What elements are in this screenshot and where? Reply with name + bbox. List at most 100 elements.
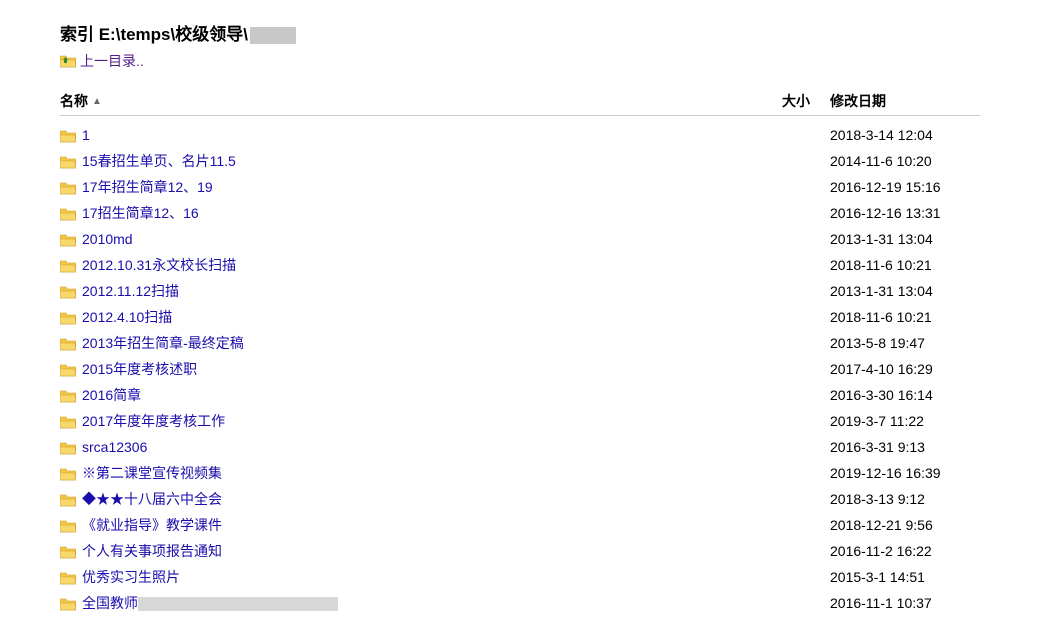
cell-date: 2018-3-13 9:12	[810, 489, 980, 509]
cell-date: 2016-3-31 9:13	[810, 437, 980, 457]
title-text: 索引 E:\temps\校级领导\	[60, 25, 248, 44]
file-listing: 名称 ▲ 大小 修改日期 1 2018-3-14 12:04 15春招生单页、名片…	[60, 91, 980, 616]
table-row: 2013年招生简章-最终定稿 2013-5-8 19:47	[60, 330, 980, 356]
folder-link[interactable]: ※第二课堂宣传视频集	[82, 463, 222, 483]
folder-icon	[60, 492, 76, 506]
folder-link[interactable]: 2015年度考核述职	[82, 359, 197, 379]
table-row: 个人有关事项报告通知 2016-11-2 16:22	[60, 538, 980, 564]
cell-date: 2018-3-14 12:04	[810, 125, 980, 145]
table-body: 1 2018-3-14 12:04 15春招生单页、名片11.5 2014-11-6…	[60, 122, 980, 616]
column-header-name[interactable]: 名称 ▲	[60, 91, 730, 111]
title-redacted	[250, 27, 296, 44]
folder-icon	[60, 154, 76, 168]
cell-date: 2013-1-31 13:04	[810, 229, 980, 249]
table-row: 全国教师2016-11-1 10:37	[60, 590, 980, 616]
folder-icon	[60, 518, 76, 532]
table-row: srca12306 2016-3-31 9:13	[60, 434, 980, 460]
cell-name: 15春招生单页、名片11.5	[60, 151, 730, 171]
folder-icon	[60, 570, 76, 584]
cell-date: 2016-3-30 16:14	[810, 385, 980, 405]
page-header: 索引 E:\temps\校级领导\ 上一目录..	[60, 20, 980, 71]
name-redacted	[138, 597, 338, 611]
cell-date: 2019-3-7 11:22	[810, 411, 980, 431]
folder-icon	[60, 596, 76, 610]
folder-icon	[60, 544, 76, 558]
folder-link[interactable]: 2012.4.10扫描	[82, 307, 172, 327]
cell-name: 17年招生简章12、19	[60, 177, 730, 197]
cell-name: 2015年度考核述职	[60, 359, 730, 379]
up-directory-link[interactable]: 上一目录..	[80, 51, 144, 71]
folder-icon	[60, 206, 76, 220]
table-row: 17招生简章12、16 2016-12-16 13:31	[60, 200, 980, 226]
table-row: 15春招生单页、名片11.5 2014-11-6 10:20	[60, 148, 980, 174]
folder-icon	[60, 440, 76, 454]
folder-icon	[60, 232, 76, 246]
cell-date: 2014-11-6 10:20	[810, 151, 980, 171]
folder-link[interactable]: 个人有关事项报告通知	[82, 541, 222, 561]
folder-icon	[60, 180, 76, 194]
folder-link[interactable]: 2013年招生简章-最终定稿	[82, 333, 244, 353]
table-row: ※第二课堂宣传视频集 2019-12-16 16:39	[60, 460, 980, 486]
folder-icon	[60, 284, 76, 298]
sort-ascending-icon: ▲	[92, 96, 102, 107]
cell-name: 17招生简章12、16	[60, 203, 730, 223]
folder-link[interactable]: 2016简章	[82, 385, 141, 405]
table-row: 17年招生简章12、19 2016-12-19 15:16	[60, 174, 980, 200]
cell-date: 2013-1-31 13:04	[810, 281, 980, 301]
cell-date: 2019-12-16 16:39	[810, 463, 980, 483]
folder-link[interactable]: 2017年度年度考核工作	[82, 411, 225, 431]
cell-name: 2010md	[60, 229, 730, 249]
folder-link[interactable]: 2010md	[82, 229, 133, 249]
cell-name: 《就业指导》教学课件	[60, 515, 730, 535]
page-title: 索引 E:\temps\校级领导\	[60, 20, 980, 45]
folder-link[interactable]: 17招生简章12、16	[82, 203, 199, 223]
cell-name: 2012.11.12扫描	[60, 281, 730, 301]
folder-link[interactable]: 全国教师	[82, 593, 338, 613]
table-row: 《就业指导》教学课件2018-12-21 9:56	[60, 512, 980, 538]
table-row: 2010md 2013-1-31 13:04	[60, 226, 980, 252]
cell-name: 2016简章	[60, 385, 730, 405]
table-row: 2015年度考核述职 2017-4-10 16:29	[60, 356, 980, 382]
folder-icon	[60, 310, 76, 324]
cell-date: 2018-11-6 10:21	[810, 307, 980, 327]
cell-date: 2016-12-19 15:16	[810, 177, 980, 197]
table-row: ◆★★十八届六中全会 2018-3-13 9:12	[60, 486, 980, 512]
column-header-size[interactable]: 大小	[730, 91, 810, 111]
cell-date: 2018-11-6 10:21	[810, 255, 980, 275]
folder-link[interactable]: 15春招生单页、名片11.5	[82, 151, 236, 171]
table-row: 2016简章 2016-3-30 16:14	[60, 382, 980, 408]
folder-link[interactable]: 17年招生简章12、19	[82, 177, 213, 197]
cell-name: 个人有关事项报告通知	[60, 541, 730, 561]
cell-date: 2017-4-10 16:29	[810, 359, 980, 379]
cell-date: 2016-12-16 13:31	[810, 203, 980, 223]
table-header-row: 名称 ▲ 大小 修改日期	[60, 91, 980, 116]
cell-date: 2015-3-1 14:51	[810, 567, 980, 587]
table-row: 优秀实习生照片 2015-3-1 14:51	[60, 564, 980, 590]
cell-name: ※第二课堂宣传视频集	[60, 463, 730, 483]
cell-date: 2013-5-8 19:47	[810, 333, 980, 353]
folder-link[interactable]: srca12306	[82, 437, 147, 457]
cell-name: 2012.4.10扫描	[60, 307, 730, 327]
column-header-date[interactable]: 修改日期	[810, 91, 980, 111]
cell-name: 全国教师	[60, 593, 730, 613]
folder-link[interactable]: 2012.11.12扫描	[82, 281, 179, 301]
table-row: 1 2018-3-14 12:04	[60, 122, 980, 148]
cell-name: 2013年招生简章-最终定稿	[60, 333, 730, 353]
folder-icon	[60, 128, 76, 142]
folder-link[interactable]: 1	[82, 125, 90, 145]
folder-icon	[60, 258, 76, 272]
folder-link[interactable]: 《就业指导》教学课件	[82, 515, 222, 535]
up-directory-row[interactable]: 上一目录..	[60, 51, 980, 71]
column-name-label: 名称	[60, 91, 88, 111]
folder-link[interactable]: 优秀实习生照片	[82, 567, 180, 587]
cell-date: 2016-11-2 16:22	[810, 541, 980, 561]
cell-name: 1	[60, 125, 730, 145]
folder-icon	[60, 388, 76, 402]
table-row: 2012.11.12扫描 2013-1-31 13:04	[60, 278, 980, 304]
table-row: 2012.10.31永文校长扫描 2018-11-6 10:21	[60, 252, 980, 278]
folder-link[interactable]: ◆★★十八届六中全会	[82, 489, 222, 509]
cell-name: ◆★★十八届六中全会	[60, 489, 730, 509]
folder-icon	[60, 362, 76, 376]
folder-link[interactable]: 2012.10.31永文校长扫描	[82, 255, 236, 275]
cell-name: 2012.10.31永文校长扫描	[60, 255, 730, 275]
